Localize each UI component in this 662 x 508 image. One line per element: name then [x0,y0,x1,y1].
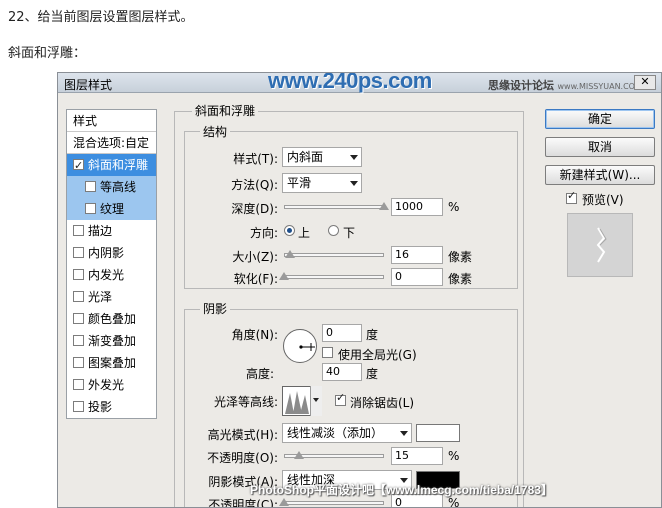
style-item-bevel[interactable]: 斜面和浮雕 [67,154,156,177]
gradient-overlay-checkbox[interactable] [73,335,84,346]
blend-options-item[interactable]: 混合选项:自定 [67,132,156,154]
direction-label: 方向: [249,226,278,240]
depth-slider-track[interactable] [284,205,384,209]
inner-glow-checkbox[interactable] [73,269,84,280]
ok-button[interactable]: 确定 [545,109,655,129]
depth-label: 深度(D): [231,202,278,216]
antialias-checkbox[interactable] [335,391,346,406]
style-item-color-overlay[interactable]: 颜色叠加 [67,308,156,330]
bevel-style-select[interactable]: 内斜面 [282,147,362,167]
gloss-contour-dropdown[interactable] [310,386,322,416]
inner-shadow-checkbox[interactable] [73,247,84,258]
preview-label: 预览(V) [582,193,624,207]
shadow-opacity-slider-thumb[interactable] [279,498,289,506]
highlight-opacity-unit: % [448,449,460,463]
forum-watermark: 思缘设计论坛 www.MISSYUAN.COM [488,79,642,92]
step-heading: 22、给当前图层设置图层样式。 [8,10,194,25]
highlight-mode-label: 高光模式(H): [207,428,278,442]
style-item-contour[interactable]: 等高线 [67,176,156,198]
style-item-inner-shadow[interactable]: 内阴影 [67,242,156,264]
size-unit: 像素 [448,250,473,264]
altitude-unit: 度 [366,367,379,381]
dialog-title: 图层样式 [64,78,113,92]
direction-down-radio[interactable] [328,225,339,236]
altitude-label: 高度: [245,367,274,381]
bevel-checkbox[interactable] [73,155,84,177]
shading-title: 阴影 [200,300,231,317]
highlight-color-swatch[interactable] [416,424,460,442]
size-label: 大小(Z): [232,250,278,264]
contour-checkbox[interactable] [85,181,96,192]
drop-shadow-checkbox[interactable] [73,401,84,412]
layer-style-dialog: 图层样式 www.240ps.com 思缘设计论坛 www.MISSYUAN.C… [57,72,662,508]
style-item-drop-shadow[interactable]: 投影 [67,396,156,418]
preview-checkbox[interactable] [566,189,577,204]
angle-unit: 度 [366,328,379,342]
structure-title: 结构 [200,123,231,140]
preview-bevel-icon [596,227,607,263]
style-list: 样式 混合选项:自定 斜面和浮雕 等高线 纹理 描边 内阴影 内发光 光泽 颜色… [66,109,157,419]
highlight-opacity-label: 不透明度(O): [207,451,278,465]
antialias-label: 消除锯齿(L) [350,396,415,410]
style-item-satin[interactable]: 光泽 [67,286,156,308]
style-preview-thumbnail [567,213,633,277]
style-list-header[interactable]: 样式 [67,110,156,132]
size-input[interactable]: 16 [391,246,443,264]
depth-unit: % [448,200,460,214]
angle-dial[interactable] [283,329,317,363]
style-item-stroke[interactable]: 描边 [67,220,156,242]
global-light-label: 使用全局光(G) [338,348,417,362]
soften-input[interactable]: 0 [391,268,443,286]
highlight-opacity-input[interactable]: 15 [391,447,443,465]
soften-label: 软化(F): [233,272,278,286]
gloss-contour-icon [285,391,309,414]
new-style-button[interactable]: 新建样式(W)... [545,165,655,185]
cancel-button[interactable]: 取消 [545,137,655,157]
size-slider-thumb[interactable] [285,250,296,258]
satin-checkbox[interactable] [73,291,84,302]
altitude-input[interactable]: 40 [322,363,362,381]
soften-slider-thumb[interactable] [279,272,289,280]
style-label: 样式(T): [233,152,278,166]
title-bar[interactable]: 图层样式 www.240ps.com 思缘设计论坛 www.MISSYUAN.C… [58,72,661,93]
soften-slider-track[interactable] [284,275,384,279]
texture-checkbox[interactable] [85,203,96,214]
bevel-emboss-title: 斜面和浮雕 [192,102,259,119]
site-watermark: www.240ps.com [268,72,432,93]
depth-input[interactable]: 1000 [391,198,443,216]
direction-up-radio[interactable] [284,225,295,236]
depth-slider-thumb[interactable] [379,202,389,210]
chevron-down-icon [350,155,358,160]
style-item-inner-glow[interactable]: 内发光 [67,264,156,286]
stroke-checkbox[interactable] [73,225,84,236]
pattern-overlay-checkbox[interactable] [73,357,84,368]
angle-dial-icon [299,343,315,351]
angle-input[interactable]: 0 [322,324,362,342]
highlight-mode-select[interactable]: 线性减淡（添加） [282,423,412,443]
highlight-opacity-slider-thumb[interactable] [294,451,304,459]
section-heading: 斜面和浮雕： [8,46,87,61]
chevron-down-icon [350,181,358,186]
color-overlay-checkbox[interactable] [73,313,84,324]
technique-select[interactable]: 平滑 [282,173,362,193]
global-light-checkbox[interactable] [322,347,333,358]
chevron-down-icon [400,431,408,436]
soften-unit: 像素 [448,272,473,286]
outer-glow-checkbox[interactable] [73,379,84,390]
technique-label: 方法(Q): [231,178,278,192]
shadow-opacity-slider-track[interactable] [284,501,384,505]
style-item-texture[interactable]: 纹理 [67,198,156,220]
style-item-gradient-overlay[interactable]: 渐变叠加 [67,330,156,352]
direction-up-label: 上 [298,226,311,240]
style-item-pattern-overlay[interactable]: 图案叠加 [67,352,156,374]
style-item-outer-glow[interactable]: 外发光 [67,374,156,396]
angle-label: 角度(N): [231,328,278,342]
close-button[interactable]: ✕ [634,75,656,90]
size-slider-track[interactable] [284,253,384,257]
footer-watermark: PhotoShop平面设计吧【www.lmecg.com/tieba/1783】 [250,483,553,497]
direction-down-label: 下 [343,226,356,240]
gloss-contour-label: 光泽等高线: [213,395,278,409]
